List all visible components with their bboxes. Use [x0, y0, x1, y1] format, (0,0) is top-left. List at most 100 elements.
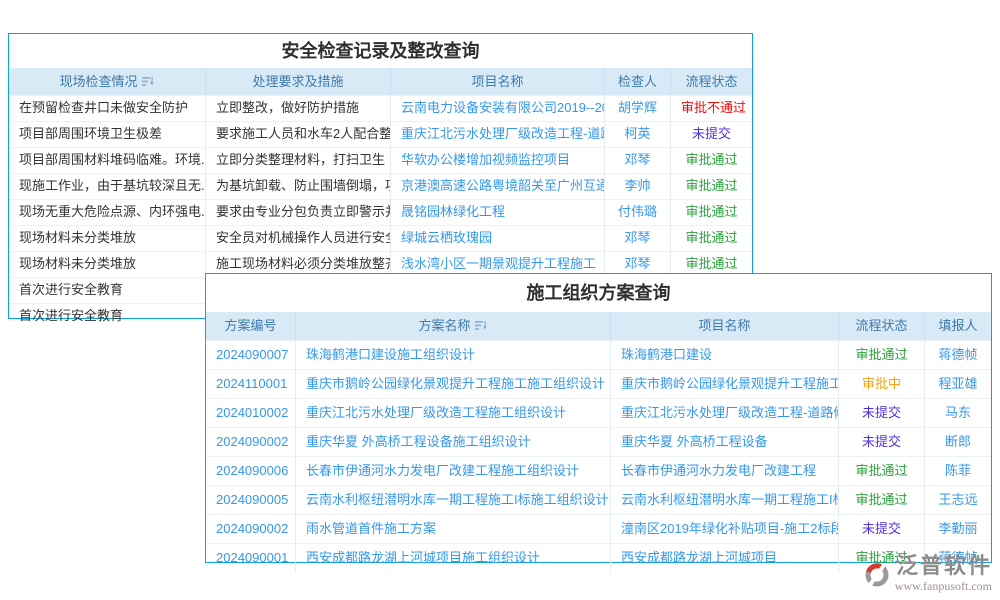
inspector-name[interactable]: 邓琴 — [605, 148, 671, 173]
column-header-status: 流程状态 — [839, 312, 925, 340]
column-header-label: 方案名称 — [418, 318, 470, 333]
table-row: 2024090007 珠海鹤港口建设施工组织设计 珠海鹤港口建设 审批通过 蒋德… — [206, 340, 991, 369]
inspector-name[interactable]: 付伟璐 — [605, 200, 671, 225]
project-link[interactable]: 珠海鹤港口建设 — [611, 341, 839, 369]
status-badge: 审批通过 — [839, 457, 925, 485]
reporter-name[interactable]: 陈菲 — [925, 457, 991, 485]
status-badge: 审批通过 — [671, 174, 752, 199]
plan-no-link[interactable]: 2024090001 — [206, 544, 296, 572]
reporter-name[interactable]: 断郎 — [925, 428, 991, 456]
situation-cell: 项目部周围环境卫生极差 — [9, 122, 206, 147]
inspector-name[interactable]: 邓琴 — [605, 226, 671, 251]
table-row: 项目部周围材料堆码临难。环境... 立即分类整理材料，打扫卫生 华软办公楼增加视… — [9, 147, 752, 173]
situation-cell: 在预留检查井口未做安全防护 — [9, 96, 206, 121]
table-row: 2024110001 重庆市鹅岭公园绿化景观提升工程施工施工组织设计 重庆市鹅岭… — [206, 369, 991, 398]
project-link[interactable]: 云南水利枢纽潜明水库一期工程施工I标 — [611, 486, 839, 514]
status-badge: 未提交 — [839, 399, 925, 427]
fanpu-logo-icon — [863, 560, 891, 588]
plan-no-link[interactable]: 2024090002 — [206, 428, 296, 456]
measure-cell: 安全员对机械操作人员进行安全... — [206, 226, 391, 251]
plan-name-link[interactable]: 雨水管道首件施工方案 — [296, 515, 611, 543]
table-row: 2024090002 重庆华夏 外高桥工程设备施工组织设计 重庆华夏 外高桥工程… — [206, 427, 991, 456]
plan-name-link[interactable]: 西安成都路龙湖上河城项目施工组织设计 — [296, 544, 611, 572]
status-badge: 未提交 — [839, 428, 925, 456]
column-header-label: 现场检查情况 — [59, 74, 137, 89]
table-row: 现施工作业，由于基坑较深且无... 为基坑卸载、防止围墙倒塌，项... 京港澳高… — [9, 173, 752, 199]
status-badge: 审批通过 — [671, 200, 752, 225]
status-badge: 审批通过 — [839, 486, 925, 514]
plan-panel-title: 施工组织方案查询 — [206, 274, 991, 312]
table-row: 现场材料未分类堆放 安全员对机械操作人员进行安全... 绿城云栖玫瑰园 邓琴 审… — [9, 225, 752, 251]
plan-name-link[interactable]: 重庆华夏 外高桥工程设备施工组织设计 — [296, 428, 611, 456]
brand-name: 泛普软件 — [896, 554, 992, 578]
situation-cell: 现施工作业，由于基坑较深且无... — [9, 174, 206, 199]
project-link[interactable]: 重庆江北污水处理厂级改造工程-道路修复 — [391, 122, 605, 147]
reporter-name[interactable]: 王志远 — [925, 486, 991, 514]
status-badge: 未提交 — [671, 122, 752, 147]
reporter-name[interactable]: 马东 — [925, 399, 991, 427]
plan-no-link[interactable]: 2024010002 — [206, 399, 296, 427]
table-row: 在预留检查井口未做安全防护 立即整改，做好防护措施 云南电力设备安装有限公司20… — [9, 95, 752, 121]
project-link[interactable]: 绿城云栖玫瑰园 — [391, 226, 605, 251]
table-row: 2024010002 重庆江北污水处理厂级改造工程施工组织设计 重庆江北污水处理… — [206, 398, 991, 427]
measure-cell: 要求施工人员和水车2人配合整... — [206, 122, 391, 147]
situation-cell: 项目部周围材料堆码临难。环境... — [9, 148, 206, 173]
situation-cell: 首次进行安全教育 — [9, 304, 206, 329]
brand-footer: 泛普软件 www.fanpusoft.com — [863, 554, 992, 594]
column-header-plan-name[interactable]: 方案名称 — [296, 312, 611, 340]
safety-panel-title: 安全检查记录及整改查询 — [9, 34, 752, 68]
plan-name-link[interactable]: 长春市伊通河水力发电厂改建工程施工组织设计 — [296, 457, 611, 485]
project-link[interactable]: 重庆市鹅岭公园绿化景观提升工程施工 — [611, 370, 839, 398]
plan-name-link[interactable]: 重庆江北污水处理厂级改造工程施工组织设计 — [296, 399, 611, 427]
column-header-measure: 处理要求及措施 — [206, 68, 391, 95]
measure-cell: 立即分类整理材料，打扫卫生 — [206, 148, 391, 173]
situation-cell: 首次进行安全教育 — [9, 278, 206, 303]
plan-no-link[interactable]: 2024090006 — [206, 457, 296, 485]
reporter-name[interactable]: 李勤丽 — [925, 515, 991, 543]
column-header-plan-no: 方案编号 — [206, 312, 296, 340]
plan-no-link[interactable]: 2024090002 — [206, 515, 296, 543]
measure-cell: 为基坑卸载、防止围墙倒塌，项... — [206, 174, 391, 199]
reporter-name[interactable]: 程亚雄 — [925, 370, 991, 398]
table-row: 项目部周围环境卫生极差 要求施工人员和水车2人配合整... 重庆江北污水处理厂级… — [9, 121, 752, 147]
inspector-name[interactable]: 胡学辉 — [605, 96, 671, 121]
project-link[interactable]: 西安成都路龙湖上河城项目 — [611, 544, 839, 572]
project-link[interactable]: 京港澳高速公路粤境韶关至广州互通路面改造 — [391, 174, 605, 199]
brand-url: www.fanpusoft.com — [895, 579, 992, 594]
sort-icon — [475, 320, 488, 331]
reporter-name[interactable]: 蒋德帧 — [925, 341, 991, 369]
status-badge: 审批不通过 — [671, 96, 752, 121]
measure-cell: 立即整改，做好防护措施 — [206, 96, 391, 121]
project-link[interactable]: 晟铭园林绿化工程 — [391, 200, 605, 225]
column-header-project: 项目名称 — [611, 312, 839, 340]
plan-no-link[interactable]: 2024110001 — [206, 370, 296, 398]
situation-cell: 现场材料未分类堆放 — [9, 252, 206, 277]
column-header-status: 流程状态 — [671, 68, 752, 95]
plan-query-panel: 施工组织方案查询 方案编号 方案名称 项目名称 流程状态 填报人 2024090… — [205, 273, 992, 563]
project-link[interactable]: 长春市伊通河水力发电厂改建工程 — [611, 457, 839, 485]
column-header-inspector: 检查人 — [605, 68, 671, 95]
inspector-name[interactable]: 李帅 — [605, 174, 671, 199]
plan-name-link[interactable]: 重庆市鹅岭公园绿化景观提升工程施工施工组织设计 — [296, 370, 611, 398]
column-header-situation[interactable]: 现场检查情况 — [9, 68, 206, 95]
project-link[interactable]: 潼南区2019年绿化补贴项目-施工2标段 — [611, 515, 839, 543]
plan-no-link[interactable]: 2024090007 — [206, 341, 296, 369]
safety-table-header: 现场检查情况 处理要求及措施 项目名称 检查人 流程状态 — [9, 68, 752, 95]
project-link[interactable]: 云南电力设备安装有限公司2019--2020年度 — [391, 96, 605, 121]
situation-cell: 现场材料未分类堆放 — [9, 226, 206, 251]
plan-no-link[interactable]: 2024090005 — [206, 486, 296, 514]
measure-cell: 要求由专业分包负责立即警示并... — [206, 200, 391, 225]
plan-table-header: 方案编号 方案名称 项目名称 流程状态 填报人 — [206, 312, 991, 340]
project-link[interactable]: 重庆华夏 外高桥工程设备 — [611, 428, 839, 456]
table-row: 2024090006 长春市伊通河水力发电厂改建工程施工组织设计 长春市伊通河水… — [206, 456, 991, 485]
plan-name-link[interactable]: 云南水利枢纽潜明水库一期工程施工I标施工组织设计 — [296, 486, 611, 514]
situation-cell: 现场无重大危险点源、内环强电... — [9, 200, 206, 225]
status-badge: 审批通过 — [839, 341, 925, 369]
project-link[interactable]: 重庆江北污水处理厂级改造工程-道路修复 — [611, 399, 839, 427]
plan-name-link[interactable]: 珠海鹤港口建设施工组织设计 — [296, 341, 611, 369]
inspector-name[interactable]: 柯英 — [605, 122, 671, 147]
status-badge: 审批通过 — [671, 226, 752, 251]
project-link[interactable]: 华软办公楼增加视频监控项目 — [391, 148, 605, 173]
page: 安全检查记录及整改查询 现场检查情况 处理要求及措施 项目名称 检查人 流程状态… — [0, 0, 1000, 600]
status-badge: 审批通过 — [671, 148, 752, 173]
